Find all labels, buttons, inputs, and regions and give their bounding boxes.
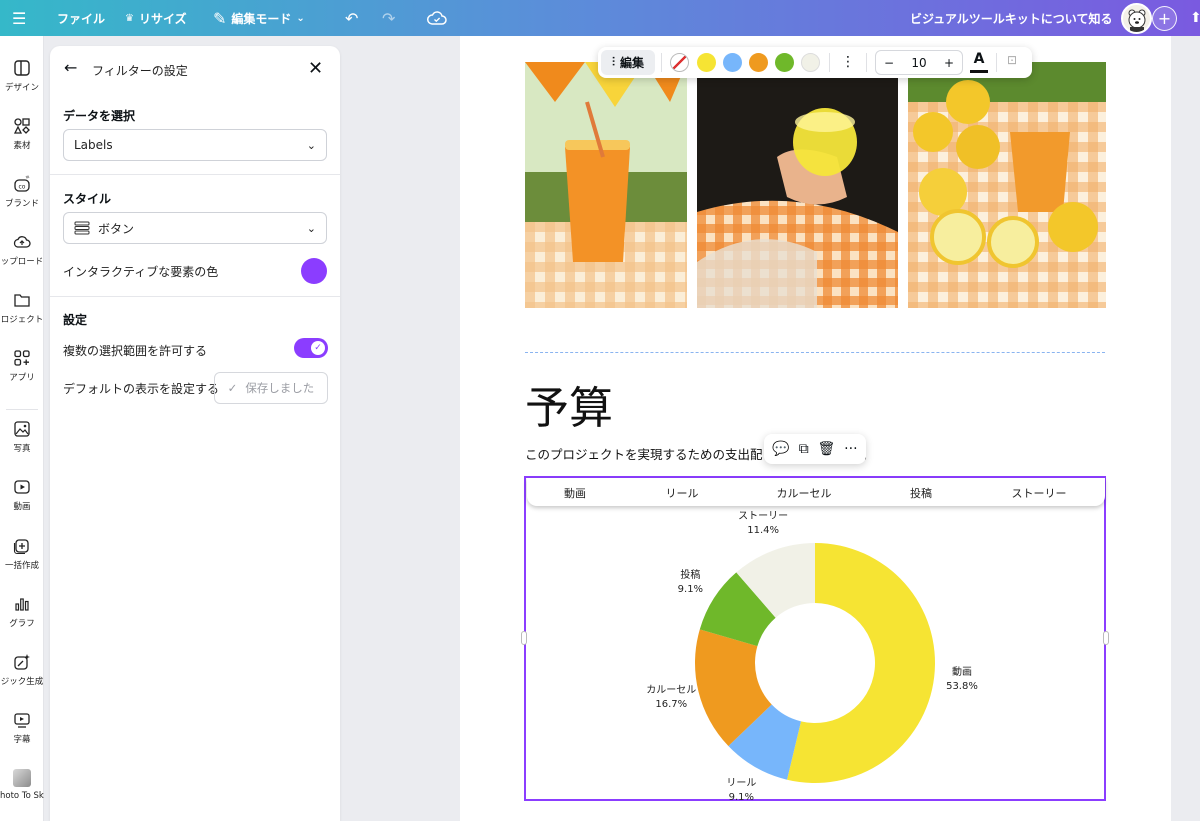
- label-carousel: カルーセル 16.7%: [646, 684, 696, 712]
- label-reel: リール 9.1%: [726, 777, 756, 805]
- label-video: 動画 53.8%: [946, 666, 978, 694]
- label-carousel-name: カルーセル: [646, 685, 697, 697]
- label-post-value: 9.1%: [677, 584, 704, 596]
- label-carousel-value: 16.7%: [655, 699, 688, 711]
- label-reel-value: 9.1%: [728, 792, 755, 804]
- label-post: 投稿 9.1%: [678, 569, 703, 597]
- label-post-name: 投稿: [680, 570, 701, 582]
- label-story-value: 11.4%: [747, 525, 780, 537]
- label-story: ストーリー 11.4%: [738, 510, 788, 538]
- label-story-name: ストーリー: [738, 511, 789, 523]
- label-reel-name: リール: [726, 778, 757, 790]
- label-video-value: 53.8%: [946, 681, 978, 693]
- donut-chart: [695, 543, 935, 783]
- label-video-name: 動画: [951, 667, 972, 679]
